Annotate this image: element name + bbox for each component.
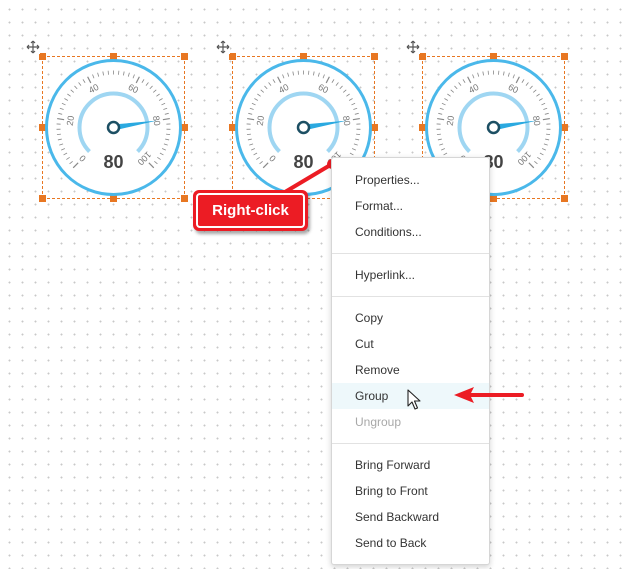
callout-pointer-line — [278, 159, 337, 197]
menu-item-properties[interactable]: Properties... — [332, 167, 489, 193]
menu-separator — [332, 253, 489, 254]
menu-item-copy[interactable]: Copy — [332, 305, 489, 331]
right-click-callout: Right-click — [193, 190, 308, 231]
menu-item-cut[interactable]: Cut — [332, 331, 489, 357]
menu-item-format[interactable]: Format... — [332, 193, 489, 219]
menu-item-conditions[interactable]: Conditions... — [332, 219, 489, 245]
callout-text: Right-click — [196, 193, 305, 228]
menu-item-bring-to-front[interactable]: Bring to Front — [332, 478, 489, 504]
menu-item-send-to-back[interactable]: Send to Back — [332, 530, 489, 556]
menu-item-remove[interactable]: Remove — [332, 357, 489, 383]
menu-item-bring-forward[interactable]: Bring Forward — [332, 452, 489, 478]
menu-item-send-backward[interactable]: Send Backward — [332, 504, 489, 530]
mouse-cursor-icon — [407, 389, 421, 410]
context-menu: Properties... Format... Conditions... Hyper… — [331, 157, 490, 565]
menu-separator — [332, 296, 489, 297]
red-arrow-icon — [454, 387, 524, 403]
menu-item-ungroup[interactable]: Ungroup — [332, 409, 489, 435]
menu-item-hyperlink[interactable]: Hyperlink... — [332, 262, 489, 288]
menu-separator — [332, 443, 489, 444]
